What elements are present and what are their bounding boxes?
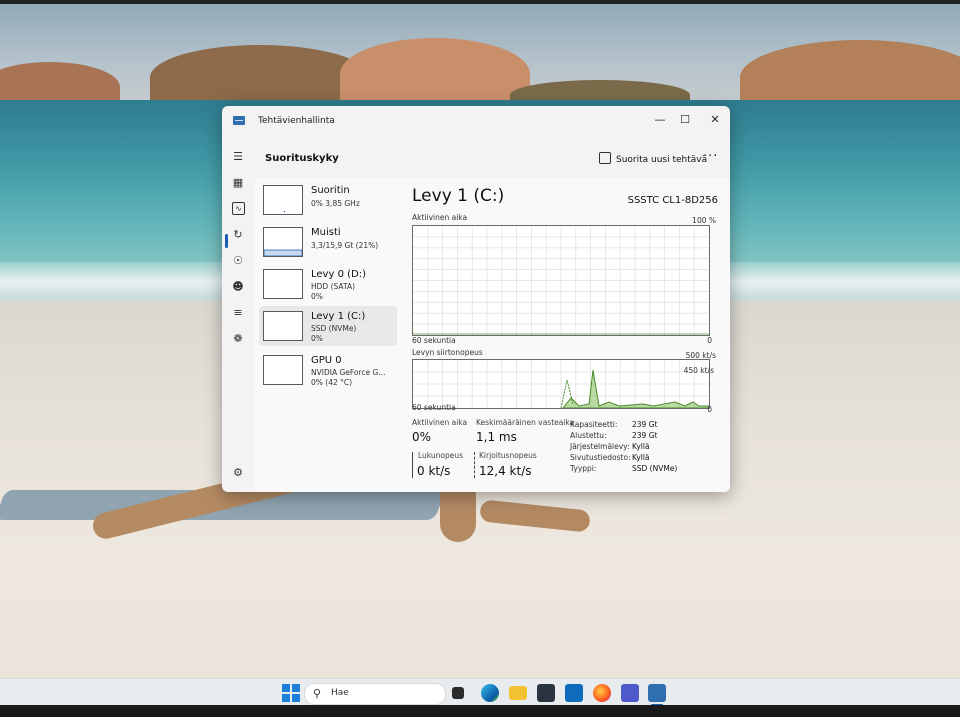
- page-file-label: Sivutustiedosto:: [570, 453, 631, 462]
- transfer-rate-graph-duration: 60 sekuntia: [412, 403, 456, 412]
- title-bar[interactable]: Tehtävienhallinta — ☐ ✕: [222, 106, 730, 136]
- run-new-task-button[interactable]: Suorita uusi tehtävä: [599, 152, 707, 165]
- device-name: GPU 0: [311, 355, 342, 366]
- device-item-gpu[interactable]: GPU 0 NVIDIA GeForce G... 0% (42 °C): [259, 350, 397, 390]
- windows-start-icon[interactable]: [282, 684, 300, 702]
- capacity-value: 239 Gt: [632, 420, 658, 429]
- task-view-icon[interactable]: [452, 687, 464, 699]
- read-speed-marker: [412, 452, 413, 478]
- app-history-icon[interactable]: ↻: [231, 228, 245, 242]
- users-icon[interactable]: ☻: [231, 280, 245, 294]
- performance-icon[interactable]: ∿: [232, 202, 245, 215]
- write-speed-value: 12,4 kt/s: [479, 464, 532, 478]
- store-icon[interactable]: [537, 684, 555, 702]
- transfer-rate-graph-mid: 450 kt/s: [683, 366, 714, 375]
- system-disk-label: Järjestelmälevy:: [570, 442, 630, 451]
- transfer-rate-graph-min: 0: [707, 405, 712, 414]
- active-time-graph-duration: 60 sekuntia: [412, 336, 456, 345]
- taskbar: ⚲ Hae: [0, 678, 960, 707]
- memory-thumbnail-graph: [263, 227, 303, 257]
- startup-icon[interactable]: ☉: [231, 254, 245, 268]
- response-time-label: Keskimääräinen vasteaika: [476, 418, 575, 427]
- device-item-cpu[interactable]: Suoritin 0% 3,85 GHz: [259, 180, 397, 220]
- active-time-graph-min: 0: [707, 336, 712, 345]
- page-title: Suorituskyky: [265, 153, 339, 164]
- more-options-button[interactable]: ···: [703, 149, 718, 164]
- disk-title: Levy 1 (C:): [412, 186, 505, 206]
- cpu-thumbnail-graph: [263, 185, 303, 215]
- firefox-icon[interactable]: [593, 684, 611, 702]
- run-new-task-label: Suorita uusi tehtävä: [616, 155, 708, 165]
- transfer-rate-series: [562, 369, 709, 408]
- device-name: Levy 1 (C:): [311, 311, 366, 322]
- maximize-button[interactable]: ☐: [675, 112, 695, 128]
- device-item-disk-1[interactable]: Levy 1 (C:) SSD (NVMe) 0%: [259, 306, 397, 346]
- device-detail: 3,3/15,9 Gt (21%): [311, 241, 379, 250]
- active-time-label: Aktiivinen aika: [412, 418, 468, 427]
- taskbar-search-box[interactable]: ⚲ Hae: [304, 683, 446, 705]
- outlook-icon[interactable]: [565, 684, 583, 702]
- task-manager-window: Tehtävienhallinta — ☐ ✕ ☰ ▦ ∿ ↻ ☉ ☻ ≡ ❁ …: [222, 106, 730, 492]
- performance-content: Suoritin 0% 3,85 GHz Muisti 3,3/15,9 Gt …: [255, 178, 730, 492]
- formatted-label: Alustettu:: [570, 431, 607, 440]
- device-name: Levy 0 (D:): [311, 269, 366, 280]
- write-speed-marker: [474, 452, 475, 478]
- navigation-rail: ☰ ▦ ∿ ↻ ☉ ☻ ≡ ❁ ⚙: [222, 136, 254, 492]
- response-time-value: 1,1 ms: [476, 430, 517, 444]
- device-detail: SSD (NVMe): [311, 324, 357, 333]
- device-name: Muisti: [311, 227, 341, 238]
- nav-selection-indicator: [225, 234, 228, 248]
- device-detail: 0% 3,85 GHz: [311, 199, 360, 208]
- device-usage: 0% (42 °C): [311, 378, 353, 387]
- close-button[interactable]: ✕: [705, 112, 725, 128]
- task-manager-app-icon: [233, 116, 245, 125]
- disk-model: SSSTC CL1-8D256: [627, 195, 718, 206]
- read-speed-label: Lukunopeus: [418, 451, 464, 460]
- gpu-thumbnail-graph: [263, 355, 303, 385]
- write-speed-label: Kirjoitusnopeus: [479, 451, 537, 460]
- disk0-thumbnail-graph: [263, 269, 303, 299]
- services-icon[interactable]: ❁: [231, 332, 245, 346]
- active-time-graph-max: 100 %: [692, 216, 716, 225]
- active-time-value: 0%: [412, 430, 432, 444]
- device-detail: NVIDIA GeForce G...: [311, 368, 386, 377]
- monitor-bezel: [0, 705, 960, 717]
- device-item-memory[interactable]: Muisti 3,3/15,9 Gt (21%): [259, 222, 397, 262]
- search-placeholder: Hae: [331, 688, 349, 698]
- search-icon: ⚲: [313, 687, 322, 700]
- active-time-graph-label: Aktiivinen aika: [412, 213, 468, 222]
- transfer-rate-graph: [412, 359, 710, 409]
- minimize-button[interactable]: —: [650, 112, 670, 128]
- window-title: Tehtävienhallinta: [258, 116, 335, 126]
- device-name: Suoritin: [311, 185, 350, 196]
- page-header: Suorituskyky Suorita uusi tehtävä ···: [255, 142, 730, 178]
- formatted-value: 239 Gt: [632, 431, 658, 440]
- device-usage: 0%: [311, 334, 323, 343]
- file-explorer-icon[interactable]: [509, 686, 527, 700]
- edge-icon[interactable]: [481, 684, 499, 702]
- transfer-rate-graph-label: Levyn siirtonopeus: [412, 348, 483, 357]
- device-detail: HDD (SATA): [311, 282, 356, 291]
- device-item-disk-0[interactable]: Levy 0 (D:) HDD (SATA) 0%: [259, 264, 397, 304]
- page-file-value: Kyllä: [632, 453, 650, 462]
- teams-icon[interactable]: [621, 684, 639, 702]
- settings-icon[interactable]: ⚙: [231, 466, 245, 480]
- active-time-graph: [412, 225, 710, 336]
- type-label: Tyyppi:: [570, 464, 597, 473]
- read-speed-value: 0 kt/s: [417, 464, 451, 478]
- disk1-thumbnail-graph: [263, 311, 303, 341]
- disk-detail-panel: Levy 1 (C:) SSSTC CL1-8D256 Aktiivinen a…: [410, 178, 730, 492]
- task-manager-icon[interactable]: [648, 684, 666, 702]
- capacity-label: Kapasiteetti:: [570, 420, 618, 429]
- hamburger-icon[interactable]: ☰: [231, 150, 245, 164]
- processes-icon[interactable]: ▦: [231, 176, 245, 190]
- system-disk-value: Kyllä: [632, 442, 650, 451]
- device-usage: 0%: [311, 292, 323, 301]
- run-task-icon: [599, 152, 611, 164]
- type-value: SSD (NVMe): [632, 464, 678, 473]
- details-icon[interactable]: ≡: [231, 306, 245, 320]
